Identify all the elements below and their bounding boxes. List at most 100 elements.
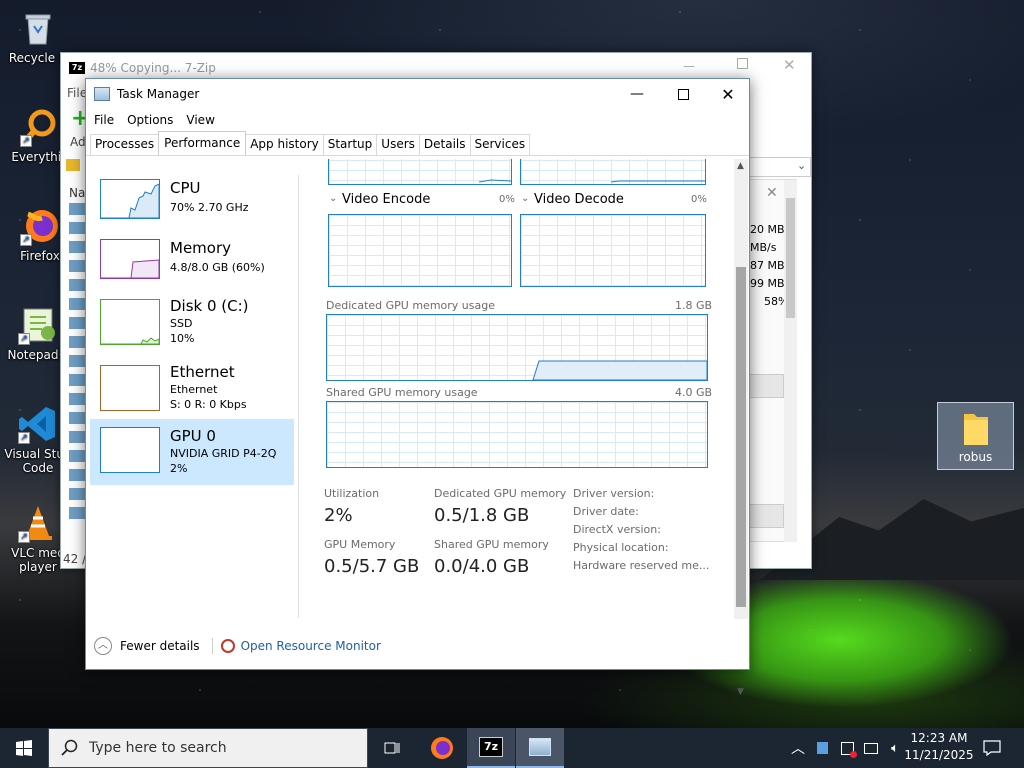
action-center-button[interactable] <box>978 728 1006 768</box>
shared-memory-label: Shared GPU memory usage <box>326 386 478 399</box>
taskbar-task-manager[interactable] <box>516 728 564 768</box>
video-encode-graph <box>328 214 512 287</box>
resource-subtitle: SSD <box>170 317 193 330</box>
tab-processes[interactable]: Processes <box>90 134 160 155</box>
resource-subtitle: Ethernet <box>170 383 218 396</box>
tray-vm-icon[interactable] <box>814 728 830 768</box>
taskbar-7zip[interactable]: 7z <box>467 728 515 768</box>
memory-thumbnail-graph <box>100 239 160 279</box>
gpu-memory-label: GPU Memory <box>324 538 396 551</box>
sevenzip-up-folder-icon[interactable] <box>66 159 80 171</box>
clock-date: 11/21/2025 <box>904 748 974 762</box>
tab-services[interactable]: Services <box>469 134 531 155</box>
gpu-detail-pane: ⌄ Video Encode 0% ⌄ Video Decode 0% Dedi… <box>308 159 734 619</box>
maximize-icon[interactable] <box>737 58 748 69</box>
shield-icon <box>840 741 857 758</box>
hardware-reserved-label: Hardware reserved me... <box>573 559 710 572</box>
desktop-icon-label: robus <box>958 450 993 464</box>
tab-users[interactable]: Users <box>376 134 420 155</box>
resource-subtitle: 4.8/8.0 GB (60%) <box>170 261 265 274</box>
desktop-icon-label: Firefox <box>20 249 60 263</box>
scrollbar-thumb[interactable] <box>786 198 795 318</box>
chevron-down-icon[interactable]: ⌄ <box>329 193 337 204</box>
shared-gpu-memory-value: 0.0/4.0 GB <box>434 556 530 577</box>
windows-logo-icon <box>16 740 32 756</box>
tab-startup[interactable]: Startup <box>322 134 378 155</box>
taskbar-firefox[interactable] <box>418 728 466 768</box>
resource-title: CPU <box>170 179 201 197</box>
desktop-icon-label: VLC med player <box>11 546 65 574</box>
resource-item-gpu[interactable]: GPU 0 NVIDIA GRID P4-2Q 2% <box>90 419 294 485</box>
clock[interactable]: 12:23 AM 11/21/2025 <box>904 730 974 766</box>
tab-app-history[interactable]: App history <box>245 134 324 155</box>
menu-view[interactable]: View <box>186 109 214 131</box>
stat-line: MB/s <box>750 241 777 254</box>
task-manager-window[interactable]: Task Manager — ✕ File Options View Proce… <box>85 78 751 697</box>
minimize-icon[interactable]: — <box>683 59 695 73</box>
maximize-button[interactable] <box>660 79 706 109</box>
tab-details[interactable]: Details <box>418 134 471 155</box>
sevenzip-address-dropdown-icon[interactable]: ⌄ <box>797 159 806 172</box>
driver-date-label: Driver date: <box>573 505 639 518</box>
sevenzip-app-icon: 7z <box>69 62 85 74</box>
engine-name[interactable]: Video Decode <box>534 192 624 207</box>
scroll-down-icon[interactable]: ▼ <box>737 687 744 697</box>
resource-item-memory[interactable]: Memory 4.8/8.0 GB (60%) <box>90 231 294 297</box>
volume-muted-icon: 🔈︎ <box>891 740 899 756</box>
dedicated-memory-max: 1.8 GB <box>675 299 713 312</box>
close-icon: ✕ <box>721 84 735 104</box>
resource-monitor-icon <box>220 639 235 653</box>
desktop-folder-robus[interactable]: robus <box>937 402 1014 470</box>
resource-item-cpu[interactable]: CPU 70% 2.70 GHz <box>90 171 294 237</box>
menu-file[interactable]: File <box>94 109 114 131</box>
vlc-cone-icon: ↗ <box>18 503 58 543</box>
minimize-icon: — <box>630 86 644 102</box>
fewer-details-link[interactable]: Fewer details <box>120 639 200 653</box>
close-icon[interactable]: ✕ <box>766 185 778 201</box>
resource-title: Disk 0 (C:) <box>170 297 249 315</box>
open-resource-monitor-link[interactable]: Open Resource Monitor <box>241 639 381 653</box>
network-icon <box>864 742 878 754</box>
chevron-up-icon: ︿ <box>791 741 805 757</box>
close-icon[interactable]: ✕ <box>783 56 796 74</box>
tray-volume-icon[interactable]: 🔈︎ <box>886 728 904 768</box>
dedicated-gpu-memory-value: 0.5/1.8 GB <box>434 505 530 526</box>
stat-line: 99 MB <box>750 277 785 290</box>
engine-name[interactable]: Video Encode <box>342 192 430 207</box>
tray-network-icon[interactable] <box>862 728 880 768</box>
physical-location-label: Physical location: <box>573 541 669 554</box>
tab-performance[interactable]: Performance <box>158 131 247 155</box>
resource-item-disk[interactable]: Disk 0 (C:) SSD 10% <box>90 291 294 357</box>
task-view-button[interactable] <box>368 728 416 768</box>
resource-title: Ethernet <box>170 363 235 381</box>
resource-item-ethernet[interactable]: Ethernet Ethernet S: 0 R: 0 Kbps <box>90 357 294 423</box>
chevron-down-icon[interactable]: ⌄ <box>521 193 529 204</box>
start-button[interactable] <box>0 728 48 768</box>
search-box[interactable]: Type here to search <box>48 728 368 768</box>
tray-security-icon[interactable] <box>838 728 857 768</box>
detail-scrollbar[interactable]: ▲ ▼ <box>734 159 748 697</box>
scroll-up-icon[interactable]: ▲ <box>737 161 744 171</box>
minimize-button[interactable]: — <box>614 79 660 109</box>
folder-icon <box>962 408 990 448</box>
shortcut-arrow-icon: ↗ <box>20 135 32 147</box>
resource-list: CPU 70% 2.70 GHz Memory 4.8/8.0 GB (60%)… <box>90 159 298 619</box>
close-button[interactable]: ✕ <box>705 79 751 109</box>
engine-graph <box>520 159 706 185</box>
engine-percent: 0% <box>499 194 515 205</box>
recycle-bin-icon <box>18 8 58 48</box>
utilization-label: Utilization <box>324 487 380 500</box>
fewer-details-chevron-icon[interactable]: ︿ <box>94 637 112 655</box>
show-hidden-icons-button[interactable]: ︿ <box>788 728 808 768</box>
sevenzip-status: 42 / <box>63 552 87 566</box>
resource-subtitle: NVIDIA GRID P4-2Q <box>170 447 277 460</box>
pane-divider <box>298 175 299 618</box>
task-manager-tabs: Processes Performance App history Startu… <box>90 131 531 155</box>
search-icon <box>61 739 78 756</box>
shortcut-arrow-icon: ↗ <box>18 531 30 543</box>
maximize-icon <box>677 88 689 100</box>
scrollbar-thumb[interactable] <box>736 267 746 607</box>
menu-options[interactable]: Options <box>127 109 173 131</box>
dedicated-memory-label: Dedicated GPU memory usage <box>326 299 495 312</box>
firefox-icon <box>431 737 453 759</box>
